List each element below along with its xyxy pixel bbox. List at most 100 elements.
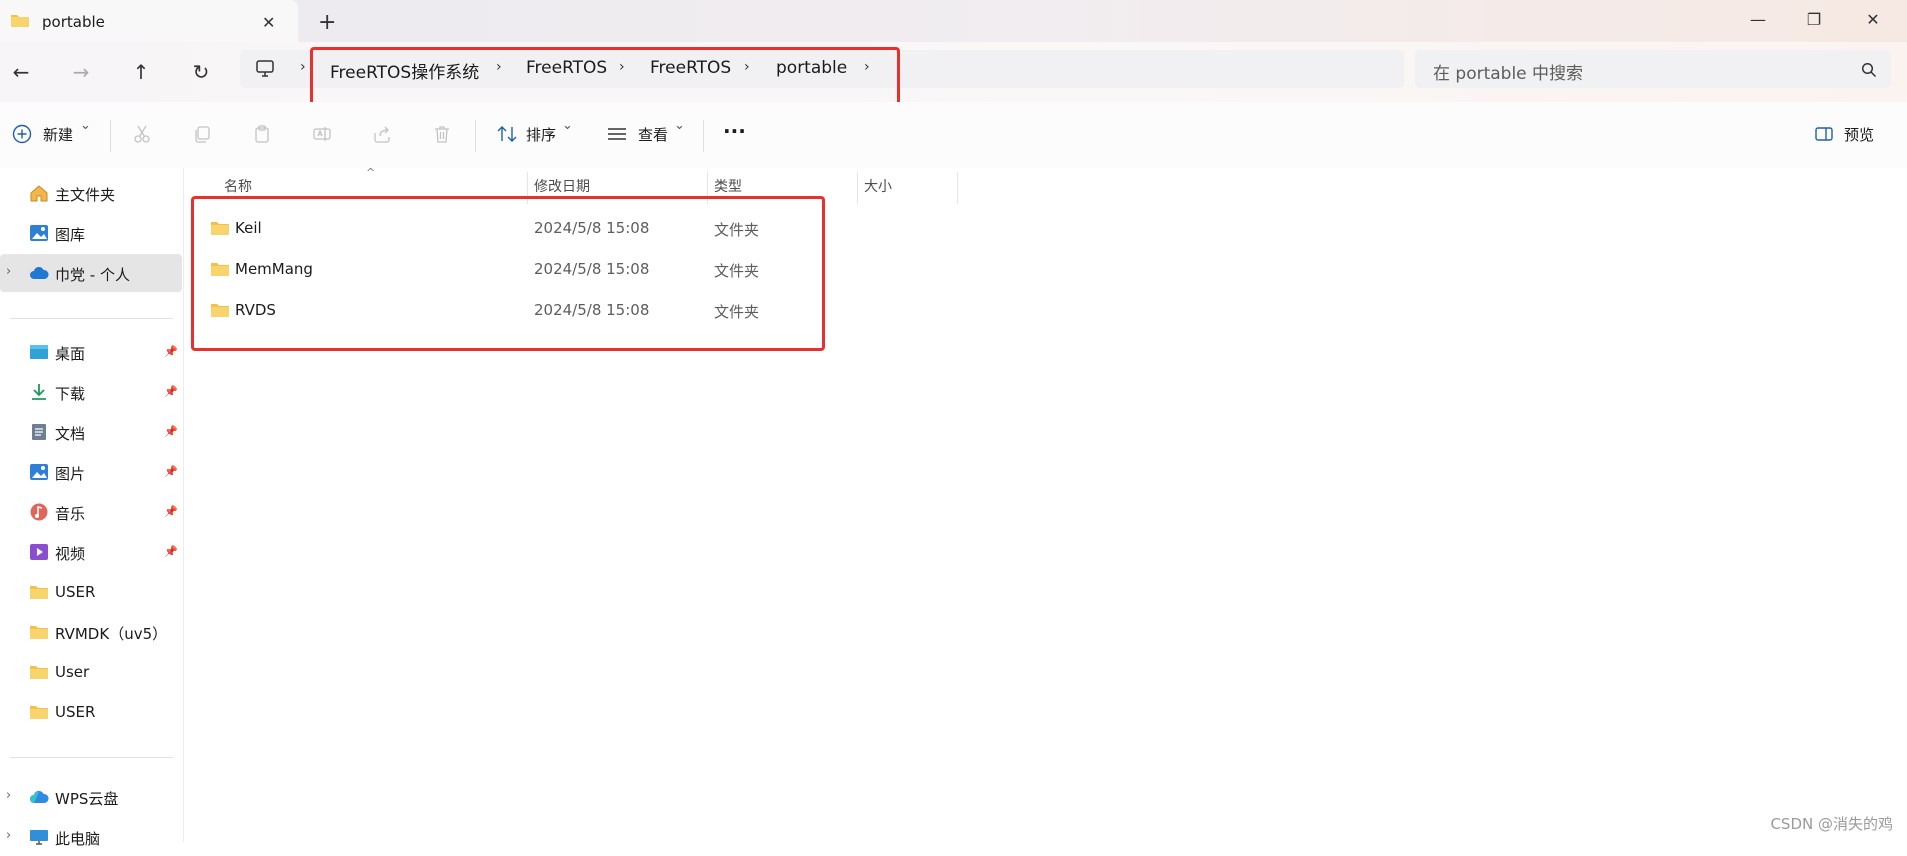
column-header-size[interactable]: 大小 bbox=[864, 176, 892, 196]
breadcrumb-separator-icon[interactable]: › bbox=[300, 59, 306, 75]
new-plus-icon[interactable] bbox=[12, 124, 32, 144]
pin-icon[interactable]: 📌 bbox=[164, 425, 178, 438]
minimize-button[interactable]: — bbox=[1735, 6, 1781, 34]
pin-icon[interactable]: 📌 bbox=[164, 345, 178, 358]
sort-ascending-icon: ^ bbox=[366, 166, 376, 179]
sidebar-item-home[interactable]: 主文件夹 bbox=[0, 174, 183, 212]
pin-icon[interactable]: 📌 bbox=[164, 385, 178, 398]
column-divider[interactable] bbox=[957, 172, 958, 204]
expand-chevron-icon[interactable]: › bbox=[6, 788, 11, 803]
command-bar: 新建 ⌄ 排序 ⌄ 查看 ⌄ ··· 预览 bbox=[0, 102, 1907, 169]
search-box[interactable]: 在 portable 中搜索 bbox=[1415, 50, 1891, 88]
cut-icon[interactable] bbox=[132, 124, 152, 144]
sort-button[interactable]: 排序 bbox=[526, 124, 556, 145]
toolbar-divider bbox=[110, 120, 111, 152]
toolbar-divider bbox=[703, 120, 704, 152]
refresh-button[interactable]: ↻ bbox=[189, 60, 213, 84]
preview-button[interactable]: 预览 bbox=[1844, 124, 1874, 145]
restore-button[interactable]: ❐ bbox=[1791, 6, 1837, 34]
forward-button[interactable]: → bbox=[69, 60, 93, 84]
title-bar: portable ✕ + — ❐ ✕ bbox=[0, 0, 1907, 42]
sidebar-item-downloads[interactable]: 下载 📌 bbox=[0, 373, 183, 411]
download-icon bbox=[32, 384, 46, 400]
sidebar-item-folder[interactable]: User bbox=[0, 653, 183, 691]
sidebar-item-label: 桌面 bbox=[55, 345, 86, 363]
close-window-button[interactable]: ✕ bbox=[1850, 6, 1896, 34]
search-icon[interactable] bbox=[1861, 62, 1877, 78]
watermark: CSDN @消失的鸡 bbox=[1770, 815, 1893, 833]
new-tab-button[interactable]: + bbox=[318, 10, 336, 35]
chevron-down-icon[interactable]: ⌄ bbox=[674, 118, 685, 133]
home-icon bbox=[30, 185, 48, 202]
computer-icon[interactable] bbox=[255, 60, 275, 78]
sidebar-item-documents[interactable]: 文档 📌 bbox=[0, 413, 183, 451]
sidebar-item-folder[interactable]: USER bbox=[0, 693, 183, 731]
sidebar-divider bbox=[10, 757, 173, 758]
preview-pane-icon[interactable] bbox=[1814, 124, 1834, 144]
sidebar-item-label: 视频 bbox=[55, 545, 86, 563]
wps-cloud-icon bbox=[30, 790, 49, 803]
view-icon[interactable] bbox=[606, 124, 628, 144]
sidebar-item-music[interactable]: 音乐 📌 bbox=[0, 493, 183, 531]
navigation-pane: 主文件夹 图库 › 巾党 - 个人 桌面 📌 下载 📌 文档 � bbox=[0, 168, 184, 848]
video-icon bbox=[30, 544, 48, 560]
share-icon[interactable] bbox=[372, 124, 392, 144]
sidebar-item-this-pc[interactable]: › 此电脑 bbox=[0, 818, 183, 856]
sidebar-item-label: 巾党 - 个人 bbox=[55, 266, 130, 284]
navigation-row: ← → ↑ ↻ › FreeRTOS操作系统 › FreeRTOS › Free… bbox=[0, 42, 1907, 102]
folder-icon bbox=[11, 15, 29, 27]
close-tab-icon[interactable]: ✕ bbox=[262, 13, 275, 32]
view-button[interactable]: 查看 bbox=[638, 124, 668, 145]
sidebar-item-label: WPS云盘 bbox=[55, 790, 119, 808]
sidebar-item-label: 图库 bbox=[55, 226, 86, 244]
search-input[interactable]: 在 portable 中搜索 bbox=[1433, 59, 1583, 84]
sidebar-item-gallery[interactable]: 图库 bbox=[0, 214, 183, 252]
pin-icon[interactable]: 📌 bbox=[164, 465, 178, 478]
music-icon bbox=[30, 503, 48, 521]
sidebar-item-label: RVMDK（uv5） bbox=[55, 625, 168, 643]
delete-icon[interactable] bbox=[432, 124, 452, 144]
sidebar-divider bbox=[10, 318, 173, 319]
onedrive-cloud-icon bbox=[30, 266, 49, 279]
up-button[interactable]: ↑ bbox=[129, 60, 153, 84]
pin-icon[interactable]: 📌 bbox=[164, 505, 178, 518]
chevron-down-icon[interactable]: ⌄ bbox=[562, 118, 573, 133]
explorer-tab[interactable]: portable ✕ bbox=[0, 0, 298, 42]
sort-icon[interactable] bbox=[496, 124, 518, 144]
chevron-down-icon[interactable]: ⌄ bbox=[80, 118, 91, 133]
expand-chevron-icon[interactable]: › bbox=[6, 828, 11, 843]
new-button[interactable]: 新建 bbox=[43, 124, 73, 145]
sidebar-item-wps-cloud[interactable]: › WPS云盘 bbox=[0, 778, 183, 816]
sidebar-item-label: USER bbox=[55, 703, 96, 721]
sidebar-item-label: 主文件夹 bbox=[55, 186, 116, 204]
highlight-box-file-list bbox=[191, 196, 825, 351]
expand-chevron-icon[interactable]: › bbox=[6, 264, 11, 279]
column-header-name[interactable]: 名称 bbox=[224, 176, 252, 196]
sidebar-item-label: 图片 bbox=[55, 465, 86, 483]
sidebar-item-folder[interactable]: USER bbox=[0, 573, 183, 611]
this-pc-icon bbox=[30, 830, 48, 845]
rename-icon[interactable] bbox=[312, 124, 332, 144]
sidebar-item-label: 文档 bbox=[55, 425, 86, 443]
more-options-button[interactable]: ··· bbox=[723, 119, 746, 143]
folder-icon bbox=[30, 586, 48, 599]
copy-icon[interactable] bbox=[192, 124, 212, 144]
document-icon bbox=[32, 424, 46, 440]
folder-icon bbox=[30, 626, 48, 639]
sidebar-item-folder[interactable]: RVMDK（uv5） bbox=[0, 613, 183, 651]
paste-icon[interactable] bbox=[252, 124, 272, 144]
desktop-icon bbox=[30, 345, 48, 359]
sidebar-item-pictures[interactable]: 图片 📌 bbox=[0, 453, 183, 491]
sidebar-item-label: 音乐 bbox=[55, 505, 86, 523]
sidebar-item-desktop[interactable]: 桌面 📌 bbox=[0, 333, 183, 371]
pin-icon[interactable]: 📌 bbox=[164, 545, 178, 558]
column-header-type[interactable]: 类型 bbox=[714, 176, 742, 196]
back-button[interactable]: ← bbox=[9, 60, 33, 84]
folder-icon bbox=[30, 706, 48, 719]
column-divider[interactable] bbox=[857, 172, 858, 204]
column-header-date[interactable]: 修改日期 bbox=[534, 176, 590, 196]
sidebar-item-label: User bbox=[55, 663, 90, 681]
sidebar-item-videos[interactable]: 视频 📌 bbox=[0, 533, 183, 571]
sidebar-item-onedrive[interactable]: › 巾党 - 个人 bbox=[0, 254, 182, 292]
toolbar-divider bbox=[475, 120, 476, 152]
